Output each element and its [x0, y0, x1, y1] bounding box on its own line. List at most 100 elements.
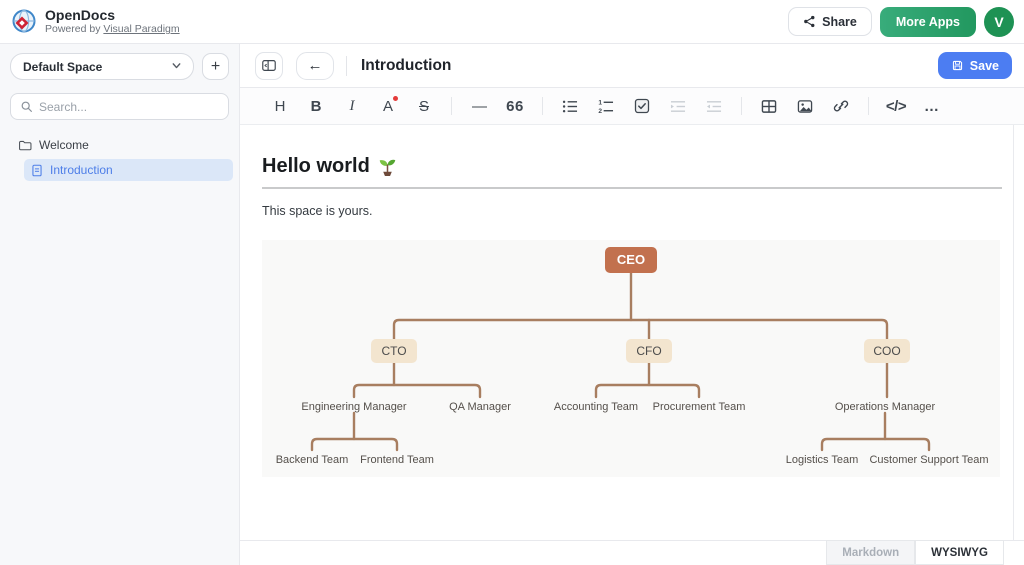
editor-area[interactable]: Hello world This space is yours. CEOCTOC…	[240, 125, 1014, 540]
share-button[interactable]: Share	[788, 7, 872, 36]
table-icon	[761, 99, 777, 114]
search-input[interactable]	[39, 100, 219, 114]
outdent-icon	[706, 99, 722, 114]
page-label: Introduction	[50, 163, 113, 177]
header-actions: Share More Apps V	[788, 7, 1014, 37]
tab-markdown[interactable]: Markdown	[826, 540, 915, 565]
horizontal-rule-icon: —	[472, 98, 486, 115]
svg-text:QA Manager: QA Manager	[449, 401, 511, 413]
heading-button[interactable]: H	[266, 92, 294, 120]
numbered-list-icon: 1 2	[598, 99, 614, 114]
chevron-down-icon	[170, 59, 183, 75]
doc-paragraph[interactable]: This space is yours.	[262, 204, 1002, 218]
task-list-button[interactable]	[628, 92, 656, 120]
doc-titlebar: ← Introduction Save	[240, 44, 1024, 88]
space-name: Default Space	[23, 60, 102, 74]
org-chart-svg: CEO CTO CFO COO Engineering Manager QA Manage…	[262, 240, 1000, 477]
ellipsis-icon: …	[924, 98, 940, 115]
bullet-list-icon	[562, 99, 578, 114]
heading-rule	[262, 187, 1002, 189]
app-logo: OpenDocs Powered by Visual Paradigm	[10, 8, 180, 36]
text-color-button[interactable]: A	[374, 92, 402, 120]
back-button[interactable]: ←	[296, 52, 334, 80]
svg-text:2: 2	[598, 108, 602, 114]
svg-text:Frontend Team: Frontend Team	[360, 454, 434, 466]
folder-label: Welcome	[39, 138, 89, 152]
svg-text:Engineering Manager: Engineering Manager	[301, 401, 407, 413]
image-icon	[797, 99, 813, 114]
folder-icon	[18, 138, 32, 152]
user-avatar[interactable]: V	[984, 7, 1014, 37]
image-button[interactable]	[791, 92, 819, 120]
svg-text:CEO: CEO	[617, 252, 645, 267]
save-icon	[951, 59, 964, 72]
search-icon	[20, 100, 33, 113]
outdent-button[interactable]	[700, 92, 728, 120]
strikethrough-icon: S	[419, 98, 429, 115]
share-icon	[803, 15, 816, 28]
visual-paradigm-link[interactable]: Visual Paradigm	[103, 23, 179, 35]
org-chart[interactable]: CEO CTO CFO COO Engineering Manager QA Manage…	[262, 240, 1000, 477]
tab-wysiwyg[interactable]: WYSIWYG	[915, 540, 1004, 565]
italic-icon: I	[350, 98, 355, 115]
italic-button[interactable]: I	[338, 92, 366, 120]
text-color-icon: A	[383, 98, 393, 115]
toolbar-separator	[542, 97, 543, 115]
bullet-list-button[interactable]	[556, 92, 584, 120]
space-selector[interactable]: Default Space	[10, 53, 194, 80]
link-icon	[833, 98, 849, 114]
svg-text:1: 1	[598, 99, 602, 106]
table-button[interactable]	[755, 92, 783, 120]
search-box	[10, 93, 229, 120]
svg-text:Operations Manager: Operations Manager	[835, 401, 936, 413]
format-toolbar: H B I A S — 66 1 2	[240, 88, 1024, 125]
color-dot	[393, 96, 398, 101]
seedling-icon	[378, 157, 397, 177]
code-button[interactable]: </>	[882, 92, 910, 120]
opendocs-app: OpenDocs Powered by Visual Paradigm Shar…	[0, 0, 1024, 565]
horizontal-rule-button[interactable]: —	[465, 92, 493, 120]
link-button[interactable]	[827, 92, 855, 120]
svg-text:Logistics Team: Logistics Team	[786, 454, 859, 466]
toolbar-separator	[868, 97, 869, 115]
app-name: OpenDocs	[45, 8, 180, 23]
document-icon	[31, 164, 43, 177]
indent-button[interactable]	[664, 92, 692, 120]
svg-text:Backend Team: Backend Team	[276, 454, 349, 466]
svg-text:CFO: CFO	[636, 344, 661, 358]
statusbar: Markdown WYSIWYG	[240, 540, 1024, 565]
checkbox-icon	[634, 98, 650, 114]
svg-text:COO: COO	[873, 344, 900, 358]
svg-text:Customer Support Team: Customer Support Team	[869, 454, 988, 466]
top-header: OpenDocs Powered by Visual Paradigm Shar…	[0, 0, 1024, 44]
titlebar-divider	[346, 56, 347, 76]
indent-icon	[670, 99, 686, 114]
svg-text:CTO: CTO	[381, 344, 406, 358]
more-apps-button[interactable]: More Apps	[880, 7, 976, 37]
bold-icon: B	[311, 98, 322, 115]
sidebar-panel-icon	[261, 58, 277, 73]
doc-title: Introduction	[361, 57, 451, 75]
code-icon: </>	[886, 98, 906, 115]
blockquote-button[interactable]: 66	[501, 92, 529, 120]
more-options-button[interactable]: …	[918, 92, 946, 120]
brand-text: OpenDocs Powered by Visual Paradigm	[45, 8, 180, 35]
add-space-button[interactable]: +	[202, 53, 229, 80]
page-tree: Welcome Introduction	[0, 134, 239, 181]
doc-heading[interactable]: Hello world	[262, 155, 1002, 178]
blockquote-icon: 66	[506, 98, 524, 115]
powered-by: Powered by Visual Paradigm	[45, 23, 180, 35]
numbered-list-button[interactable]: 1 2	[592, 92, 620, 120]
main-panel: ← Introduction Save H B I A S — 66	[240, 44, 1024, 565]
tree-folder-welcome[interactable]: Welcome	[0, 134, 239, 156]
toggle-sidebar-button[interactable]	[255, 52, 283, 80]
toolbar-separator	[451, 97, 452, 115]
sidebar: Default Space + Welcome	[0, 44, 240, 565]
opendocs-logo-icon	[10, 8, 38, 36]
svg-text:Accounting Team: Accounting Team	[554, 401, 638, 413]
bold-button[interactable]: B	[302, 92, 330, 120]
save-button[interactable]: Save	[938, 52, 1012, 79]
tree-page-introduction[interactable]: Introduction	[24, 159, 233, 181]
strikethrough-button[interactable]: S	[410, 92, 438, 120]
toolbar-separator	[741, 97, 742, 115]
